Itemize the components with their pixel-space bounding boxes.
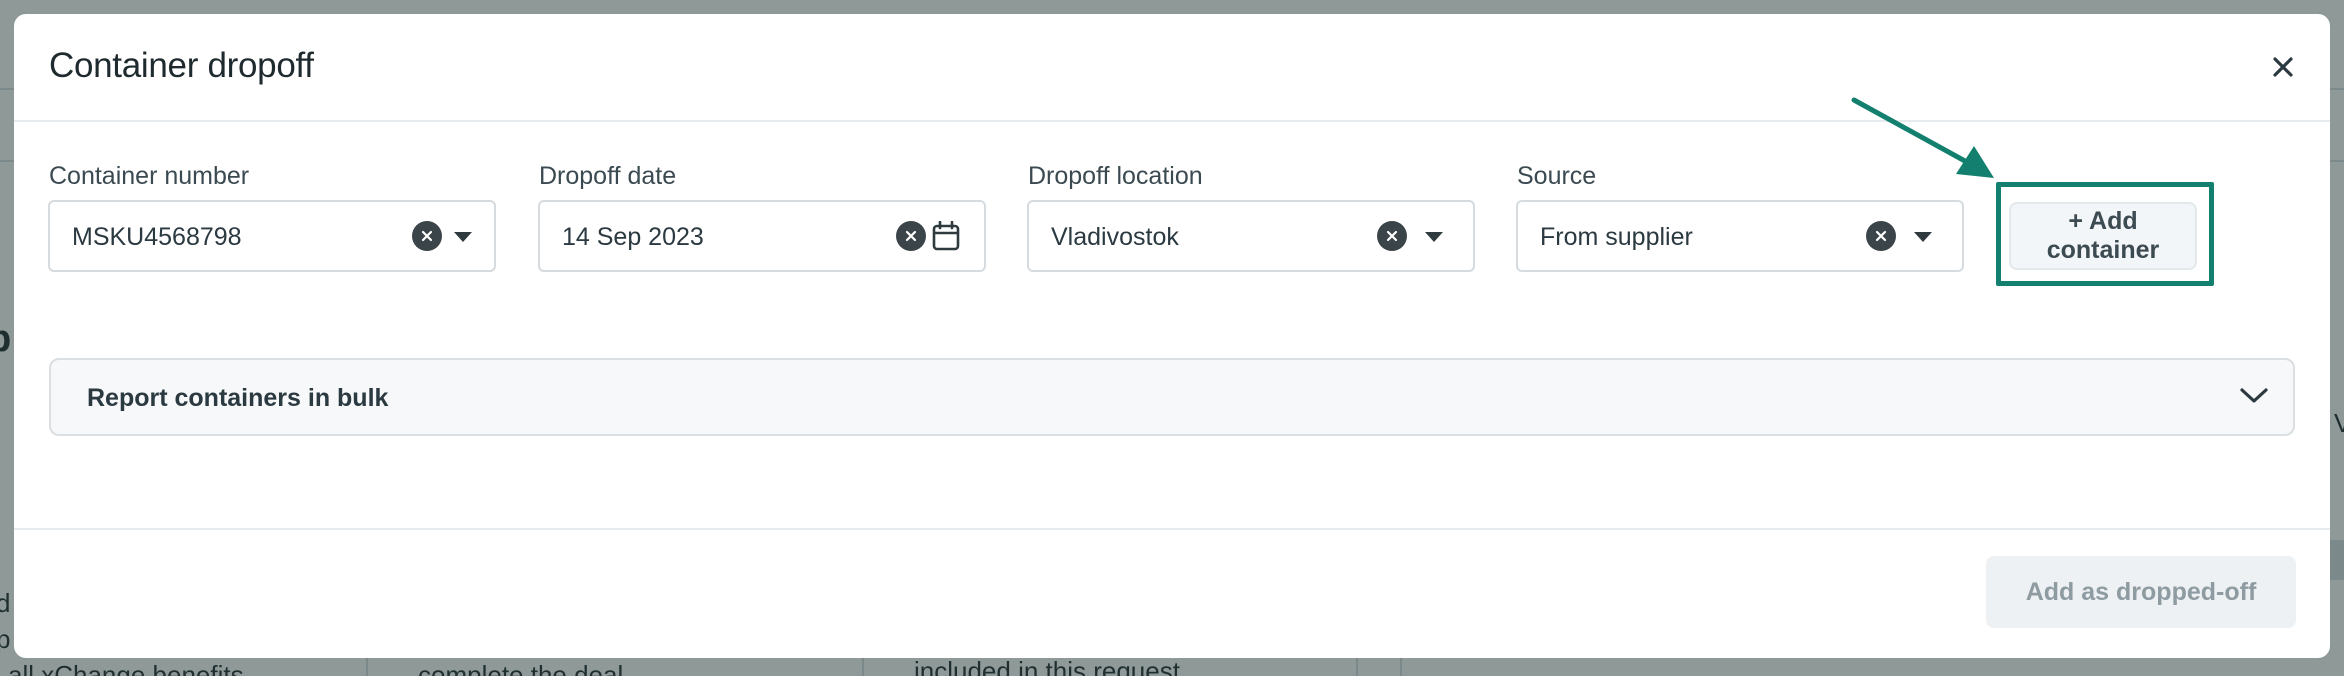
- dropoff-date-input[interactable]: 14 Sep 2023: [538, 200, 986, 272]
- annotation-arrow-icon: [1851, 97, 1994, 178]
- dropoff-location-label: Dropoff location: [1028, 162, 1203, 190]
- container-number-label: Container number: [49, 162, 250, 190]
- dropoff-date-label: Dropoff date: [539, 162, 677, 190]
- add-as-dropped-off-button[interactable]: Add as dropped-off: [1986, 556, 2296, 628]
- chevron-down-icon: [2240, 388, 2268, 403]
- caret-down-icon[interactable]: [1425, 232, 1443, 242]
- container-number-select[interactable]: MSKU4568798: [48, 200, 496, 272]
- dropoff-location-value: Vladivostok: [1051, 223, 1179, 251]
- clear-icon[interactable]: [1866, 221, 1896, 251]
- source-label: Source: [1517, 162, 1597, 190]
- container-number-value: MSKU4568798: [72, 223, 242, 251]
- modal-title: Container dropoff: [49, 46, 314, 85]
- dropoff-location-select[interactable]: Vladivostok: [1027, 200, 1475, 272]
- calendar-icon[interactable]: [932, 221, 960, 251]
- close-button[interactable]: [2264, 48, 2302, 86]
- clear-icon[interactable]: [896, 221, 926, 251]
- clear-icon[interactable]: [1377, 221, 1407, 251]
- caret-down-icon[interactable]: [454, 232, 472, 242]
- container-dropoff-modal: Container dropoff Container number MSKU4…: [14, 14, 2330, 658]
- bulk-title: Report containers in bulk: [87, 384, 389, 412]
- source-value: From supplier: [1540, 223, 1693, 251]
- caret-down-icon[interactable]: [1914, 232, 1932, 242]
- report-bulk-accordion[interactable]: Report containers in bulk: [49, 358, 2295, 436]
- modal-footer: [14, 528, 2330, 658]
- source-select[interactable]: From supplier: [1516, 200, 1964, 272]
- dropoff-date-value: 14 Sep 2023: [562, 223, 704, 251]
- close-icon: [2273, 57, 2293, 77]
- clear-icon[interactable]: [412, 221, 442, 251]
- add-container-button[interactable]: + Add container: [2009, 202, 2197, 270]
